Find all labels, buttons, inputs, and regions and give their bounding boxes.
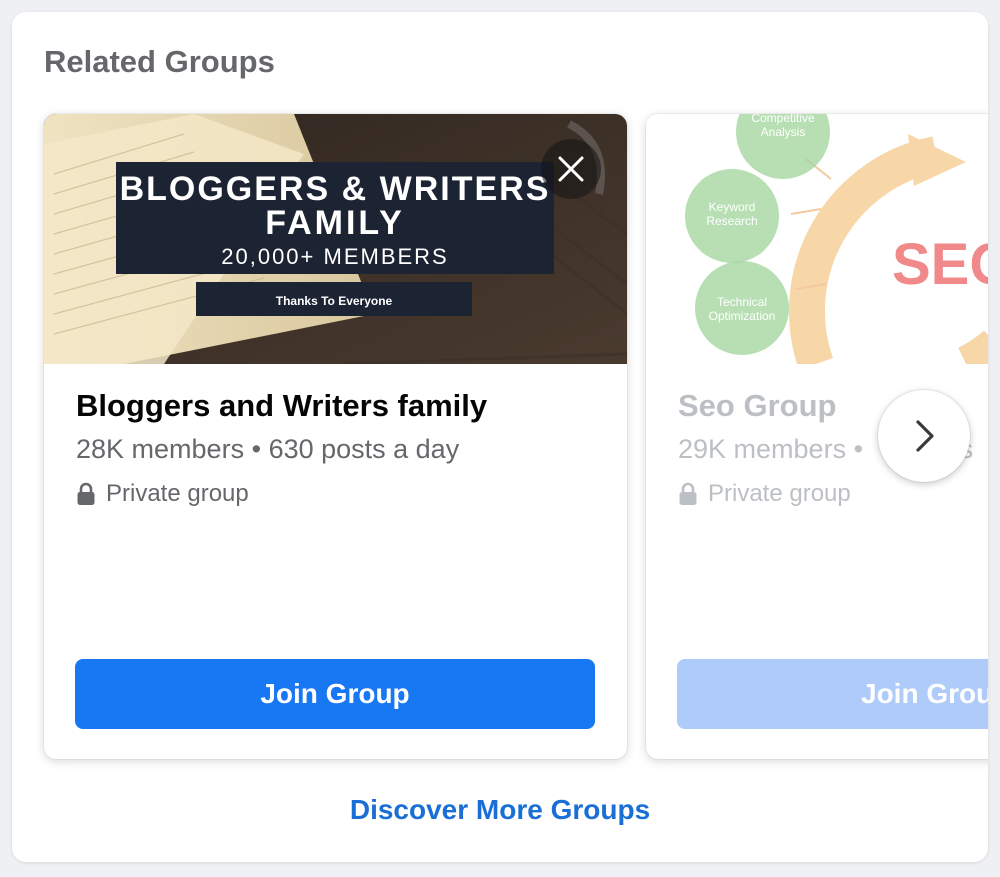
cover-bubble1-a: Competitive bbox=[751, 114, 815, 125]
cover-bubble2-b: Research bbox=[706, 214, 757, 228]
meta-separator: • bbox=[853, 434, 864, 464]
privacy-info: Private group bbox=[678, 480, 851, 508]
privacy-info: Private group bbox=[76, 480, 249, 508]
dismiss-button[interactable] bbox=[541, 139, 601, 199]
chevron-right-icon bbox=[916, 420, 934, 452]
cover-line1: BLOGGERS & WRITERS bbox=[120, 170, 551, 208]
lock-icon bbox=[679, 482, 697, 505]
member-count: 29K members bbox=[678, 434, 847, 464]
next-carousel-button[interactable] bbox=[878, 390, 970, 482]
join-group-button[interactable]: Join Grou bbox=[677, 659, 988, 729]
group-card[interactable]: BLOGGERS & WRITERS FAMILY 20,000+ MEMBER… bbox=[44, 114, 627, 759]
privacy-label: Private group bbox=[708, 480, 851, 507]
cover-line3: 20,000+ MEMBERS bbox=[221, 244, 448, 269]
member-count: 28K members bbox=[76, 434, 245, 464]
join-group-button[interactable]: Join Group bbox=[75, 659, 595, 729]
related-groups-panel: Related Groups BLOGGERS & WRITERS FAMILY… bbox=[12, 12, 988, 862]
group-cover-image: Competitive Analysis Keyword Research Te… bbox=[646, 114, 988, 364]
panel-title: Related Groups bbox=[44, 44, 275, 79]
meta-separator: • bbox=[251, 434, 262, 464]
cover-line2: FAMILY bbox=[265, 204, 405, 242]
cover-bubble1-b: Analysis bbox=[761, 125, 806, 139]
cover-line4: Thanks To Everyone bbox=[276, 294, 393, 308]
cover-bubble2-a: Keyword bbox=[709, 200, 756, 214]
cover-bubble3-b: Optimization bbox=[709, 309, 776, 323]
discover-more-groups-link[interactable]: Discover More Groups bbox=[12, 794, 988, 826]
cover-bubble3-a: Technical bbox=[717, 295, 767, 309]
group-name[interactable]: Bloggers and Writers family bbox=[76, 388, 487, 424]
lock-icon bbox=[77, 482, 95, 505]
privacy-label: Private group bbox=[106, 480, 249, 507]
group-stats: 28K members • 630 posts a day bbox=[76, 434, 459, 465]
group-name[interactable]: Seo Group bbox=[678, 388, 836, 424]
group-cover-image: BLOGGERS & WRITERS FAMILY 20,000+ MEMBER… bbox=[44, 114, 627, 364]
close-icon bbox=[558, 156, 584, 182]
post-activity: 630 posts a day bbox=[268, 434, 460, 464]
cover-headline: SEO bbox=[892, 232, 988, 297]
